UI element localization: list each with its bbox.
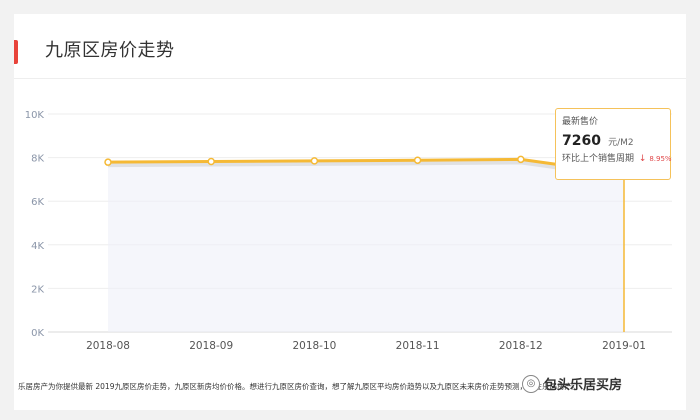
y-tick-label: 0K	[31, 328, 44, 339]
x-tick-label: 2018-08	[86, 340, 130, 352]
x-tick-label: 2018-12	[499, 340, 543, 352]
x-tick-label: 2019-01	[602, 340, 646, 352]
latest-price-tooltip: 最新售价 7260 元/M2 环比上个销售周期 ↓ 8.95%	[555, 108, 672, 180]
x-tick-label: 2018-11	[396, 340, 440, 352]
area-fill	[108, 159, 624, 332]
tooltip-label: 最新售价	[562, 117, 599, 127]
tooltip-change-label: 环比上个销售周期	[562, 154, 635, 164]
y-tick-label: 4K	[31, 241, 44, 252]
tooltip-change-value: 8.95%	[649, 155, 672, 163]
watermark-text: 包头乐居买房	[544, 378, 623, 393]
down-arrow-icon: ↓	[638, 154, 647, 164]
y-tick-label: 8K	[31, 154, 44, 165]
data-point	[413, 156, 422, 164]
data-point	[310, 157, 319, 165]
y-tick-label: 2K	[31, 284, 44, 295]
tooltip-price: 7260	[562, 133, 601, 149]
watermark: ◎ 包头乐居买房	[522, 374, 622, 393]
x-tick-label: 2018-10	[292, 340, 336, 352]
x-tick-label: 2018-09	[189, 340, 233, 352]
price-line-chart: 0K 2K 4K 6K 8K 10K 2018-08 2018-09 2018-10 2018-1…	[25, 110, 672, 352]
data-point	[207, 157, 215, 166]
tooltip-unit: 元/M2	[608, 138, 634, 148]
price-trend-card: 九原区房价走势 0K 2K 4K 6K 8K 10K 2018-08 2018-09 2018-…	[14, 14, 686, 410]
y-tick-label: 6K	[31, 197, 44, 208]
data-point	[517, 155, 525, 164]
wechat-icon: ◎	[522, 374, 540, 393]
y-tick-label: 10K	[25, 110, 45, 121]
data-point	[104, 158, 112, 166]
